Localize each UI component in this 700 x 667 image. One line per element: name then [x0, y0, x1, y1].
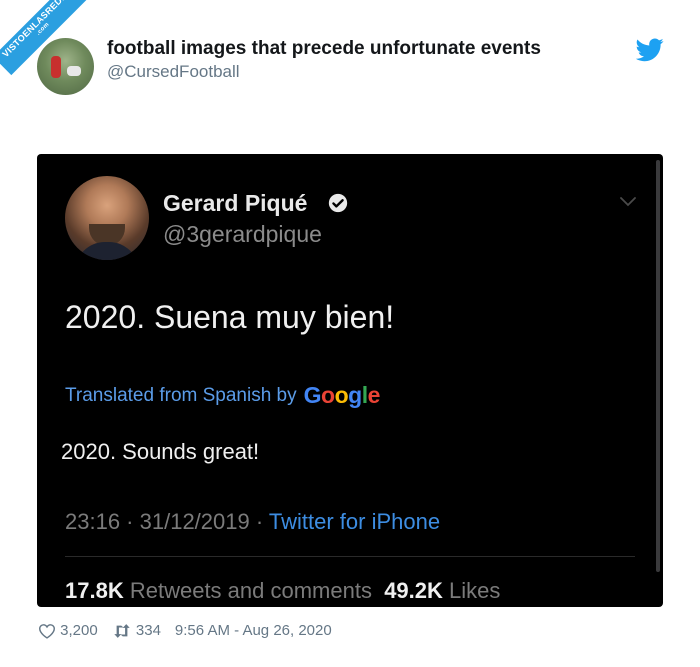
- google-letter: G: [303, 382, 322, 408]
- tweet-text: 2020. Suena muy bien!: [65, 299, 395, 335]
- embedded-tweet-screenshot: Gerard Piqué @3gerardpique 2020. Suena m…: [37, 154, 663, 607]
- avatar-figure-white: [67, 66, 81, 76]
- chevron-down-icon[interactable]: [619, 196, 637, 208]
- tweet-stats: 17.8K Retweets and comments 49.2K Likes: [65, 578, 500, 604]
- google-letter: g: [348, 382, 362, 408]
- verified-badge-icon: [328, 193, 348, 213]
- tweet-meta: 23:16 · 31/12/2019 · Twitter for iPhone: [65, 509, 440, 535]
- tweet-date[interactable]: 31/12/2019: [140, 509, 250, 534]
- meta-separator: ·: [120, 509, 140, 534]
- outer-handle[interactable]: @CursedFootball: [107, 62, 240, 82]
- avatar-shirt: [75, 242, 139, 260]
- google-logo: Google: [303, 382, 381, 409]
- retweets-count[interactable]: 17.8K: [65, 578, 124, 603]
- twitter-bird-icon[interactable]: [636, 38, 664, 62]
- inner-handle[interactable]: @3gerardpique: [163, 221, 322, 248]
- tweet-timestamp[interactable]: 9:56 AM - Aug 26, 2020: [175, 622, 332, 639]
- likes-label[interactable]: Likes: [449, 578, 500, 603]
- translation-text: 2020. Sounds great!: [61, 439, 260, 464]
- tweet-source-link[interactable]: Twitter for iPhone: [269, 509, 440, 534]
- outer-tweet-header: football images that precede unfortunate…: [0, 0, 700, 110]
- retweet-count[interactable]: 334: [136, 622, 161, 639]
- inner-avatar[interactable]: [65, 176, 149, 260]
- google-letter: o: [321, 382, 335, 408]
- retweets-label[interactable]: Retweets and comments: [130, 578, 372, 603]
- outer-display-name[interactable]: football images that precede unfortunate…: [107, 38, 541, 60]
- translated-by-google[interactable]: Translated from Spanish by Google: [65, 382, 380, 409]
- translated-label: Translated from Spanish by: [65, 384, 297, 406]
- google-letter: o: [334, 382, 349, 408]
- heart-icon[interactable]: [38, 623, 56, 639]
- inner-display-name[interactable]: Gerard Piqué: [163, 190, 307, 217]
- tweet-time[interactable]: 23:16: [65, 509, 120, 534]
- google-letter: e: [367, 382, 381, 408]
- meta-separator: ·: [249, 509, 269, 534]
- outer-avatar[interactable]: [37, 38, 94, 95]
- divider: [65, 556, 635, 557]
- retweet-icon[interactable]: [112, 623, 132, 639]
- outer-tweet-footer: 3,200 334 9:56 AM - Aug 26, 2020: [38, 622, 332, 639]
- scrollbar[interactable]: [656, 160, 660, 572]
- likes-count[interactable]: 49.2K: [384, 578, 443, 603]
- like-count[interactable]: 3,200: [60, 622, 98, 639]
- avatar-figure-red: [51, 56, 61, 78]
